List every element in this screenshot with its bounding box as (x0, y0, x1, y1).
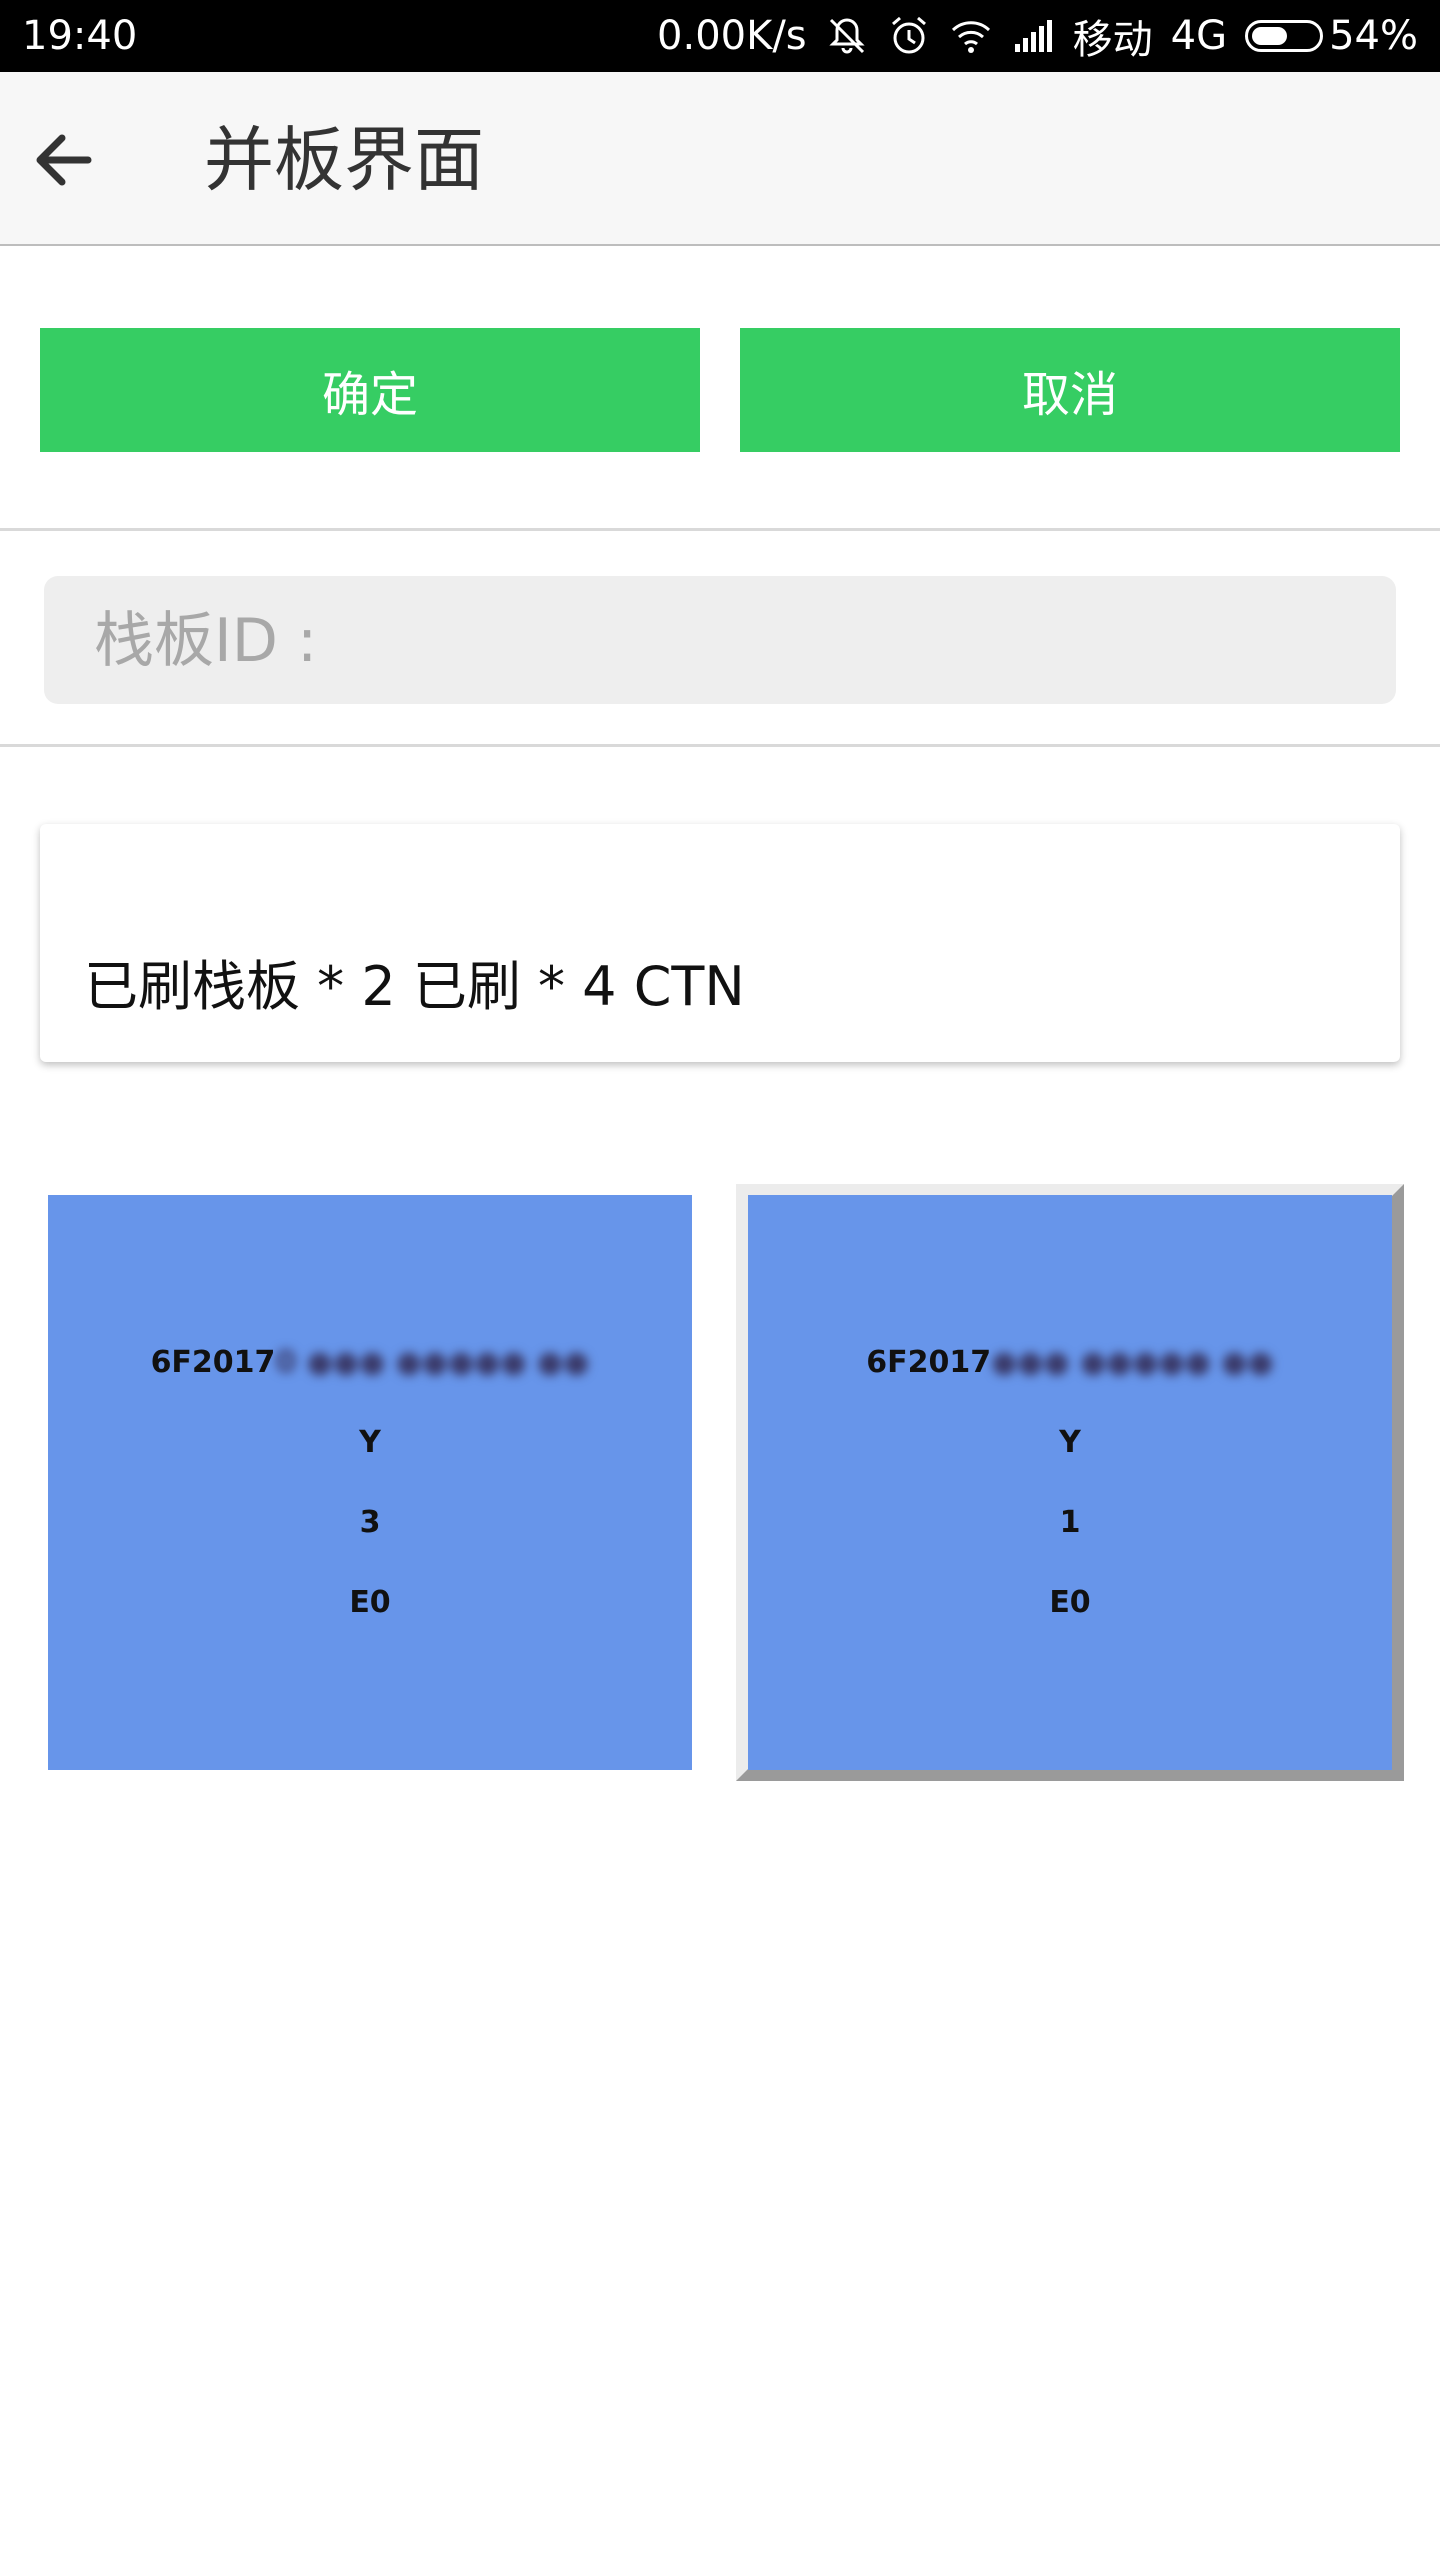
battery-icon (1245, 20, 1324, 52)
summary-text: 已刷栈板 * 2 已刷 * 4 CTN (84, 955, 745, 1018)
divider (0, 744, 1440, 747)
app-bar: 并板界面 (0, 72, 1440, 246)
battery-level (1252, 27, 1288, 45)
pallet-id: 6F2017 ●●● ●●●●● ●● (866, 1323, 1274, 1403)
cancel-button[interactable]: 取消 (740, 328, 1400, 452)
pallet-id-input[interactable] (92, 576, 1376, 706)
pallet-code: E0 (349, 1584, 391, 1620)
pallet-code: E0 (1049, 1584, 1091, 1620)
pallet-id-redacted: 0 ●●● ●●●●● ●● (275, 1344, 590, 1380)
pallet-id-field[interactable] (44, 576, 1396, 706)
alarm-icon (891, 16, 926, 54)
wifi-icon (951, 21, 990, 53)
pallet-tile-selected[interactable]: 6F2017 ●●● ●●●●● ●● Y 1 E0 (748, 1195, 1392, 1770)
pallet-tile[interactable]: 6F20170 ●●● ●●●●● ●● Y 3 E0 (48, 1195, 692, 1770)
status-time: 19:40 (22, 13, 138, 59)
carrier-name: 移动 (1072, 17, 1153, 63)
pallet-flag: Y (359, 1424, 381, 1460)
status-bar: 19:40 0.00K/s 移动 4G 54% (0, 0, 1440, 72)
summary-card: 已刷栈板 * 2 已刷 * 4 CTN (40, 824, 1400, 1062)
status-right: 0.00K/s 移动 4G 54% (657, 10, 1418, 63)
pallet-id-prefix: 6F2017 (150, 1344, 276, 1380)
battery-indicator: 54% (1245, 13, 1418, 59)
pallet-count: 3 (359, 1504, 381, 1540)
mute-icon (829, 18, 865, 54)
pallet-id-prefix: 6F2017 (866, 1344, 992, 1380)
pallet-count: 1 (1059, 1504, 1081, 1540)
pallet-flag: Y (1059, 1424, 1081, 1460)
page-title: 并板界面 (204, 119, 484, 201)
battery-percent: 54% (1329, 13, 1418, 59)
signal-icon (1014, 20, 1052, 52)
confirm-button[interactable]: 确定 (40, 328, 700, 452)
network-speed: 0.00K/s (657, 13, 807, 59)
network-type: 4G (1170, 13, 1228, 59)
pallet-id-redacted: ●●● ●●●●● ●● (991, 1344, 1274, 1380)
pallet-id: 6F20170 ●●● ●●●●● ●● (151, 1323, 590, 1403)
divider (0, 528, 1440, 531)
arrow-back-icon[interactable] (28, 124, 100, 196)
